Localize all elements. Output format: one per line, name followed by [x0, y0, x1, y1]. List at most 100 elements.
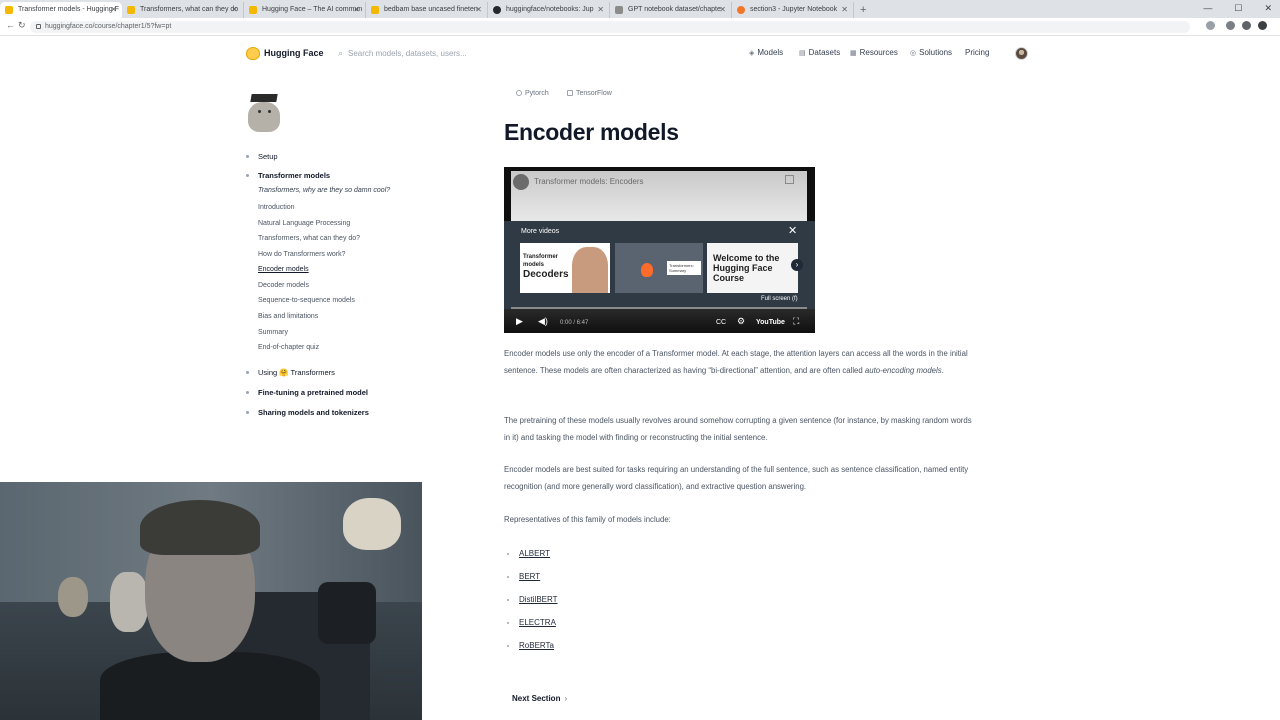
close-tab-icon[interactable]: ✕ [110, 2, 117, 18]
jupyter-icon [737, 6, 745, 14]
sidebar-item-summary[interactable]: Summary [258, 329, 288, 336]
sidebar-item-introduction[interactable]: Introduction [258, 204, 295, 211]
star-icon[interactable] [1206, 21, 1215, 30]
solutions-icon: ◎ [910, 50, 917, 57]
paragraph-representatives: Representatives of this family of models… [504, 515, 671, 524]
tab-pytorch[interactable]: Pytorch [516, 90, 549, 97]
maximize-icon[interactable]: ☐ [1234, 3, 1242, 14]
resources-icon: ▦ [850, 50, 857, 57]
lock-icon [36, 23, 41, 29]
favicon-icon [615, 6, 623, 14]
brand-name[interactable]: Hugging Face [264, 48, 324, 58]
back-icon[interactable]: ← [6, 20, 15, 30]
chevron-right-icon[interactable]: › [791, 259, 803, 271]
webcam-overlay [0, 482, 422, 720]
url-bar[interactable]: huggingface.co/course/chapter1/5?fw=pt [30, 21, 1190, 33]
sidebar-item-decoder-models[interactable]: Decoder models [258, 282, 309, 289]
close-window-icon[interactable]: ✕ [1264, 3, 1272, 14]
headphones [110, 572, 148, 632]
nav-datasets[interactable]: ▤ Datasets [799, 48, 840, 57]
nav-solutions[interactable]: ◎ Solutions [910, 48, 952, 57]
puzzle-icon[interactable] [1242, 21, 1251, 30]
pillow [318, 582, 376, 644]
fullscreen-tooltip: Full screen (f) [761, 296, 798, 302]
browser-tab[interactable]: Hugging Face – The AI commun ✕ [244, 2, 366, 18]
captions-icon[interactable]: CC [716, 318, 726, 328]
page-title: Encoder models [504, 119, 679, 145]
window-controls: — ☐ ✕ [1203, 3, 1272, 14]
address-bar-row: ← ↻ huggingface.co/course/chapter1/5?fw=… [0, 18, 1280, 36]
hugging-face-logo-icon[interactable] [246, 47, 260, 60]
next-section-link[interactable]: Next Section › [512, 694, 567, 703]
channel-avatar-icon[interactable] [513, 174, 529, 190]
presenter-hair [140, 500, 260, 555]
close-tab-icon[interactable]: ✕ [597, 2, 604, 18]
video-thumbnail-summary[interactable]: Transformers: Summary [615, 243, 703, 293]
close-icon[interactable]: ✕ [788, 224, 797, 237]
plush-toy [58, 577, 88, 617]
volume-icon[interactable]: ◀) [538, 316, 548, 326]
browser-tab[interactable]: Transformers, what can they do ✕ [122, 2, 244, 18]
extension-icon[interactable] [1226, 21, 1235, 30]
copy-link-icon[interactable] [785, 175, 794, 184]
nav-pricing[interactable]: Pricing [965, 48, 989, 57]
sidebar-item-nlp[interactable]: Natural Language Processing [258, 220, 350, 227]
minimize-icon[interactable]: — [1203, 3, 1212, 14]
video-thumbnail-welcome[interactable]: Welcome to the Hugging Face Course [707, 243, 798, 293]
video-controls: ▶ ◀) 0:00 / 6:47 CC ⚙ YouTube ⛶ [504, 309, 815, 333]
sidebar-item-seq2seq[interactable]: Sequence-to-sequence models [258, 297, 355, 304]
paragraph-use-cases: Encoder models are best suited for tasks… [504, 465, 969, 491]
model-link-distilbert[interactable]: DistilBERT [519, 595, 558, 604]
avatar[interactable] [1015, 47, 1028, 60]
video-thumbnail-decoders[interactable]: Transformer models Decoders [520, 243, 610, 293]
sidebar-item-quiz[interactable]: End-of-chapter quiz [258, 344, 319, 351]
favicon-icon [371, 6, 379, 14]
model-link-roberta[interactable]: RoBERTa [519, 641, 554, 650]
close-tab-icon[interactable]: ✕ [841, 2, 848, 18]
close-tab-icon[interactable]: ✕ [719, 2, 726, 18]
favicon-icon [5, 6, 13, 14]
sidebar-item-why-cool[interactable]: Transformers, why are they so damn cool? [258, 187, 390, 194]
new-tab-button[interactable]: + [854, 2, 872, 18]
favicon-icon [249, 6, 257, 14]
site-header: Hugging Face ⌕ ◈Models ▤Datasets ▦Resour… [0, 36, 1280, 72]
sidebar-item-what-can-they-do[interactable]: Transformers, what can they do? [258, 235, 360, 242]
close-tab-icon[interactable]: ✕ [353, 2, 360, 18]
browser-tab[interactable]: Transformer models - Hugging F ✕ [0, 2, 122, 18]
profile-icon[interactable] [1258, 21, 1267, 30]
reload-icon[interactable]: ↻ [18, 20, 26, 31]
nav-models[interactable]: ◈ Models [749, 48, 783, 57]
datasets-icon: ▤ [799, 50, 806, 57]
nav-resources[interactable]: ▦ Resources [850, 48, 898, 57]
plush-toy [343, 498, 401, 550]
browser-tab[interactable]: huggingface/notebooks: Jup ✕ [488, 2, 610, 18]
youtube-logo[interactable]: YouTube [756, 318, 785, 328]
search-input[interactable] [348, 46, 488, 60]
fire-icon [641, 263, 653, 277]
course-mascot-icon [246, 94, 282, 132]
pytorch-icon [516, 90, 522, 97]
video-player[interactable]: Transformer models: Encoders More videos… [504, 167, 815, 333]
browser-tab[interactable]: GPT notebook dataset/chapte ✕ [610, 2, 732, 18]
browser-tab[interactable]: bedbam base uncased fineten ✕ [366, 2, 488, 18]
fullscreen-icon[interactable]: ⛶ [793, 316, 799, 326]
paragraph-intro: Encoder models use only the encoder of a… [504, 349, 968, 375]
github-icon [493, 6, 501, 14]
browser-tab[interactable]: section3 - Jupyter Notebook ✕ [732, 2, 854, 18]
settings-gear-icon[interactable]: ⚙ [737, 316, 745, 326]
model-link-bert[interactable]: BERT [519, 572, 540, 581]
play-icon[interactable]: ▶ [516, 316, 523, 326]
favicon-icon [127, 6, 135, 14]
sidebar-item-encoder-models[interactable]: Encoder models [258, 266, 309, 273]
close-tab-icon[interactable]: ✕ [231, 2, 238, 18]
video-title[interactable]: Transformer models: Encoders [534, 177, 644, 186]
sidebar-item-bias[interactable]: Bias and limitations [258, 313, 318, 320]
model-link-electra[interactable]: ELECTRA [519, 618, 556, 627]
paragraph-pretraining: The pretraining of these models usually … [504, 416, 972, 442]
model-link-albert[interactable]: ALBERT [519, 549, 550, 558]
close-tab-icon[interactable]: ✕ [475, 2, 482, 18]
tab-tensorflow[interactable]: TensorFlow [567, 90, 612, 97]
presenter-shirt [100, 652, 320, 720]
video-time: 0:00 / 6:47 [560, 320, 589, 326]
sidebar-item-how-work[interactable]: How do Transformers work? [258, 251, 346, 258]
